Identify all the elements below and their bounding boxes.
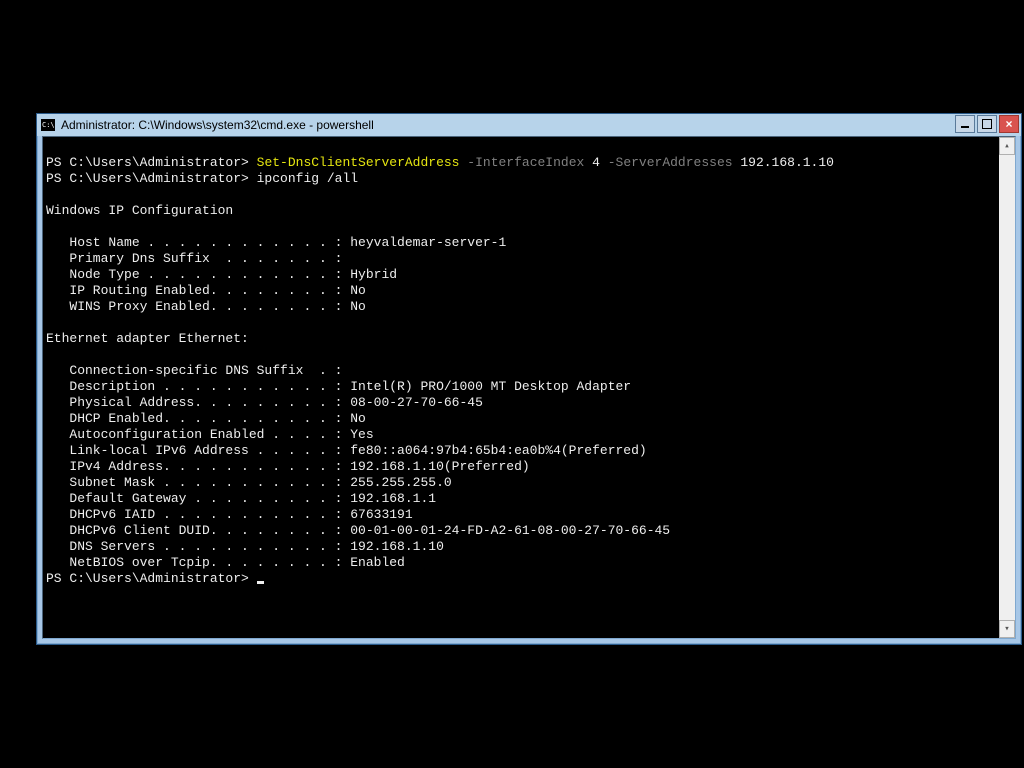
client-area: PS C:\Users\Administrator> Set-DnsClient… [42, 136, 1016, 639]
window-buttons: × [955, 115, 1019, 133]
titlebar[interactable]: Administrator: C:\Windows\system32\cmd.e… [37, 114, 1021, 136]
minimize-button[interactable] [955, 115, 975, 133]
console-window: Administrator: C:\Windows\system32\cmd.e… [36, 113, 1022, 645]
vertical-scrollbar[interactable]: ▴ ▾ [999, 137, 1015, 638]
scroll-track[interactable] [999, 155, 1015, 620]
scroll-up-button[interactable]: ▴ [999, 137, 1015, 155]
window-title: Administrator: C:\Windows\system32\cmd.e… [61, 118, 374, 132]
cmd-icon [41, 119, 55, 131]
maximize-button[interactable] [977, 115, 997, 133]
close-button[interactable]: × [999, 115, 1019, 133]
scroll-down-button[interactable]: ▾ [999, 620, 1015, 638]
terminal-output[interactable]: PS C:\Users\Administrator> Set-DnsClient… [43, 137, 999, 638]
